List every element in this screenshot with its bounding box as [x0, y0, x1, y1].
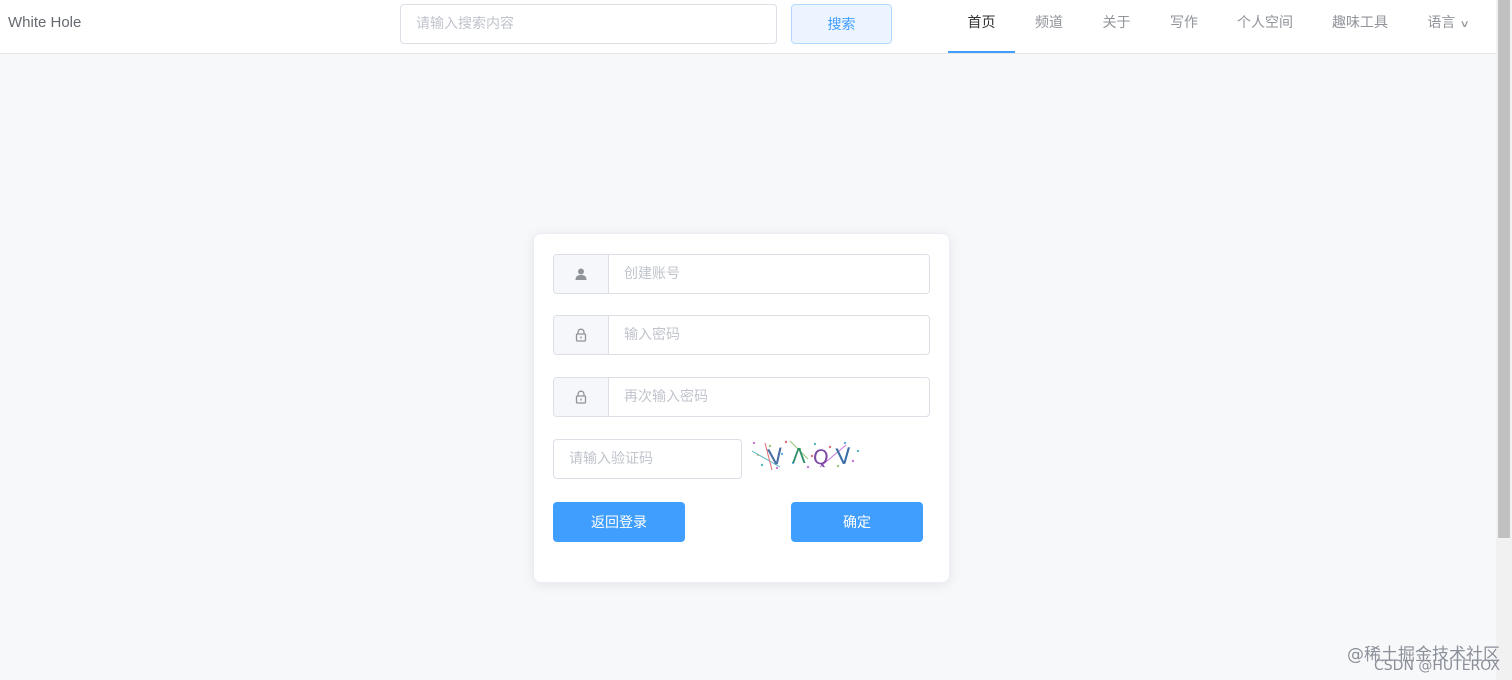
confirm-password-input[interactable] — [609, 378, 929, 416]
nav-item-label: 语言 — [1427, 15, 1456, 31]
nav-item-label: 关于 — [1102, 15, 1131, 31]
captcha-image[interactable]: V Λ Q V — [750, 437, 862, 473]
nav-item-channel[interactable]: 频道 — [1015, 0, 1083, 53]
svg-text:V: V — [835, 444, 852, 470]
nav-item-about[interactable]: 关于 — [1083, 0, 1150, 53]
nav-item-label: 个人空间 — [1237, 15, 1293, 31]
nav-item-home[interactable]: 首页 — [948, 0, 1015, 53]
nav-item-label: 首页 — [967, 15, 996, 31]
watermark-line2: CSDN @HUTEROX — [1374, 658, 1500, 674]
confirm-button[interactable]: 确定 — [791, 502, 923, 542]
nav-item-label: 写作 — [1170, 15, 1198, 31]
svg-text:Q: Q — [812, 444, 830, 470]
top-nav-bar: White Hole 搜索 首页 频道 关于 写作 个人空间 趣味工具 语言∨ — [0, 0, 1496, 54]
password-field — [553, 315, 930, 355]
nav-item-language[interactable]: 语言 ∨ — [1408, 0, 1488, 53]
nav-item-write[interactable]: 写作 — [1150, 0, 1218, 53]
brand-logo[interactable]: White Hole — [8, 14, 81, 31]
scrollbar-thumb[interactable] — [1498, 0, 1510, 538]
captcha-input[interactable] — [553, 439, 742, 479]
search-input[interactable] — [400, 4, 777, 44]
nav-item-fun-tools[interactable]: 趣味工具 — [1312, 0, 1408, 53]
user-icon — [554, 255, 609, 293]
chevron-down-icon: ∨ — [1459, 19, 1471, 30]
nav-item-label: 趣味工具 — [1332, 15, 1388, 31]
nav-item-label: 频道 — [1035, 15, 1063, 31]
back-to-login-button[interactable]: 返回登录 — [553, 502, 685, 542]
svg-text:Λ: Λ — [792, 444, 806, 468]
lock-icon — [554, 316, 609, 354]
nav-item-personal-space[interactable]: 个人空间 — [1218, 0, 1312, 53]
account-input[interactable] — [609, 255, 929, 293]
account-field — [553, 254, 930, 294]
confirm-password-field — [553, 377, 930, 417]
search-button[interactable]: 搜索 — [791, 4, 892, 44]
password-input[interactable] — [609, 316, 929, 354]
lock-icon — [554, 378, 609, 416]
register-card: V Λ Q V 返回登录 确定 — [533, 233, 950, 583]
